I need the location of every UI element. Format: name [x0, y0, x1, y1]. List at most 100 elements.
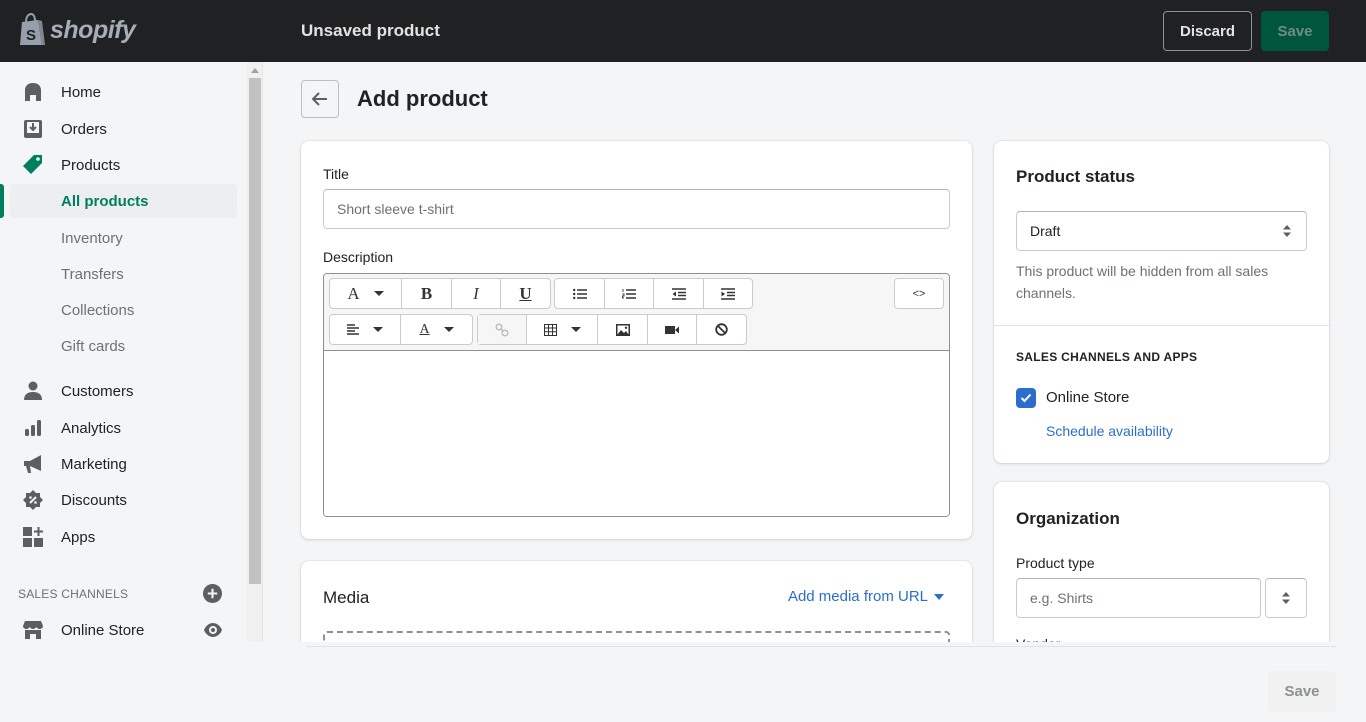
underline-icon: U: [519, 283, 532, 303]
view-online-store-icon[interactable]: [203, 620, 223, 640]
product-type-dropdown-button[interactable]: [1265, 578, 1307, 618]
sales-channels-heading: SALES CHANNELS: [18, 587, 129, 601]
link-icon: [495, 323, 509, 336]
online-store-checkbox[interactable]: [1016, 388, 1036, 408]
brand-name: shopify: [50, 15, 136, 44]
numbered-list-button[interactable]: [605, 279, 654, 308]
sidebar-item-products[interactable]: Products: [0, 148, 240, 182]
numbered-list-icon: [622, 288, 636, 299]
description-textarea[interactable]: [324, 351, 949, 516]
product-status-select[interactable]: Draft: [1016, 211, 1307, 251]
bar-chart-icon: [22, 417, 44, 439]
organization-card: Organization Product type e.g. Shirts Ve…: [994, 482, 1329, 662]
sidebar-item-analytics[interactable]: Analytics: [0, 411, 240, 445]
add-sales-channel-icon[interactable]: [203, 584, 222, 603]
discount-badge-icon: [22, 489, 44, 511]
discard-button[interactable]: Discard: [1163, 11, 1252, 51]
font-size-button[interactable]: A: [330, 279, 402, 308]
section-divider: [994, 325, 1329, 326]
sidebar-item-label: Products: [61, 156, 121, 174]
sidebar-item-discounts[interactable]: Discounts: [0, 483, 240, 517]
sidebar-item-apps[interactable]: Apps: [0, 520, 240, 554]
title-input[interactable]: Short sleeve t-shirt: [323, 189, 950, 229]
contextual-save-title: Unsaved product: [301, 21, 440, 40]
sidebar-item-orders[interactable]: Orders: [0, 112, 240, 146]
text-color-icon: A: [419, 321, 430, 337]
page-title: Add product: [357, 86, 488, 111]
indent-button[interactable]: [704, 279, 752, 308]
media-title: Media: [323, 588, 370, 607]
person-icon: [22, 380, 44, 402]
outdent-button[interactable]: [654, 279, 704, 308]
block-icon: [715, 323, 728, 336]
megaphone-icon: [22, 453, 44, 475]
save-button[interactable]: Save: [1261, 11, 1329, 51]
chevron-down-icon: [373, 291, 384, 296]
add-media-from-url-link[interactable]: Add media from URL: [788, 588, 944, 605]
text-color-button[interactable]: A: [401, 315, 472, 344]
back-button[interactable]: [301, 80, 339, 118]
sidebar-nav: Home Orders Products All products Invent…: [0, 62, 247, 642]
sidebar-item-marketing[interactable]: Marketing: [0, 447, 240, 481]
footer-save-button[interactable]: Save: [1268, 671, 1336, 712]
sidebar-item-label: Home: [61, 83, 102, 101]
sidebar-item-collections[interactable]: Collections: [0, 293, 240, 327]
scroll-up-arrow[interactable]: [251, 68, 259, 73]
select-updown-icon: [1283, 225, 1291, 237]
status-help-text: This product will be hidden from all sal…: [1016, 263, 1269, 301]
shopify-bag-icon: S: [20, 13, 45, 45]
align-left-icon: [347, 324, 359, 335]
arrow-left-icon: [311, 92, 327, 106]
sidebar-item-customers[interactable]: Customers: [0, 374, 240, 408]
checkmark-icon: [1020, 393, 1032, 403]
sidebar-item-gift-cards[interactable]: Gift cards: [0, 329, 240, 363]
svg-text:S: S: [26, 27, 36, 44]
clear-formatting-button[interactable]: [697, 315, 746, 344]
sidebar-item-home[interactable]: Home: [0, 75, 240, 109]
footer-divider: [306, 646, 1336, 647]
align-button[interactable]: [330, 315, 401, 344]
chevron-down-icon: [373, 327, 383, 332]
sidebar-item-label: Discounts: [61, 491, 127, 509]
product-details-card: Title Short sleeve t-shirt Description A…: [301, 141, 972, 539]
sidebar-scrollbar[interactable]: [247, 62, 263, 642]
caret-down-icon: [934, 593, 944, 600]
sidebar-item-label: Collections: [61, 301, 135, 319]
bold-icon: B: [420, 283, 433, 303]
product-status-title: Product status: [1016, 167, 1136, 186]
bullet-list-button[interactable]: [555, 279, 605, 308]
insert-group: [477, 314, 747, 345]
sidebar-item-label: Marketing: [61, 455, 127, 473]
link-button[interactable]: [478, 315, 527, 344]
sidebar-item-label: Orders: [61, 120, 107, 138]
product-type-input[interactable]: e.g. Shirts: [1016, 578, 1261, 618]
underline-button[interactable]: U: [501, 279, 550, 308]
editor-toolbar: A B I U <> A: [324, 274, 949, 351]
italic-button[interactable]: I: [452, 279, 501, 308]
sidebar-item-transfers[interactable]: Transfers: [0, 257, 240, 291]
shopify-logo[interactable]: S shopify: [18, 13, 136, 47]
insert-image-button[interactable]: [598, 315, 648, 344]
table-button[interactable]: [527, 315, 598, 344]
list-group: [554, 278, 753, 309]
apps-icon: [22, 526, 44, 548]
bold-button[interactable]: B: [402, 279, 452, 308]
html-source-button[interactable]: <>: [895, 279, 943, 308]
bullet-list-icon: [572, 288, 587, 299]
title-placeholder: Short sleeve t-shirt: [337, 201, 454, 217]
schedule-availability-link[interactable]: Schedule availability: [1046, 423, 1173, 439]
sidebar-item-label: All products: [61, 192, 149, 210]
sidebar-item-all-products[interactable]: All products: [10, 184, 237, 218]
table-icon: [543, 323, 557, 336]
sidebar-item-label: Apps: [61, 528, 96, 546]
video-camera-icon: [665, 325, 679, 334]
online-store-checkbox-label[interactable]: Online Store: [1046, 389, 1129, 406]
sidebar-item-label: Gift cards: [61, 337, 126, 355]
product-status-value: Draft: [1030, 223, 1061, 239]
insert-video-button[interactable]: [648, 315, 697, 344]
product-type-placeholder: e.g. Shirts: [1030, 590, 1094, 606]
scroll-thumb[interactable]: [249, 78, 261, 584]
code-group: <>: [894, 278, 944, 309]
orders-icon: [22, 118, 44, 140]
sidebar-item-inventory[interactable]: Inventory: [0, 221, 240, 255]
